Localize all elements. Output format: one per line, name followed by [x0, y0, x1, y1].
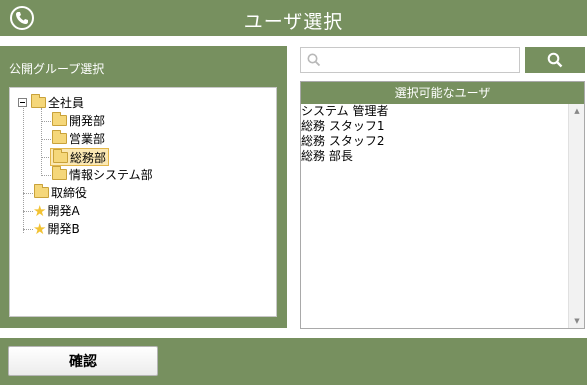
user-list: システム 管理者 総務 スタッフ1 総務 スタッフ2 総務 部長	[301, 104, 569, 328]
tree-node-label: 開発部	[69, 114, 106, 128]
tree-node-sales[interactable]: 営業部	[52, 130, 105, 148]
tree-node-general-affairs[interactable]: 総務部	[50, 148, 110, 166]
tree-node-favorite-a[interactable]: ★開発A	[33, 202, 80, 220]
tree-node-label: 情報システム部	[69, 168, 153, 182]
search-input[interactable]	[327, 51, 515, 69]
folder-icon	[31, 94, 46, 108]
tree-node-root[interactable]: 全社員	[18, 94, 84, 112]
list-item[interactable]: 総務 スタッフ2	[301, 134, 569, 149]
search-button[interactable]	[525, 47, 585, 73]
search-icon	[547, 52, 563, 68]
page-title: ユーザ選択	[243, 11, 344, 33]
user-list-header: 選択可能なユーザ	[301, 82, 584, 104]
search-field[interactable]	[300, 47, 520, 73]
confirm-button[interactable]: 確認	[8, 346, 158, 376]
tree-node-board[interactable]: 取締役	[34, 184, 87, 202]
tree-node-label: 営業部	[69, 132, 106, 146]
tree-node-label: 全社員	[48, 96, 85, 110]
tree-connector	[41, 108, 42, 174]
tree-connector	[23, 229, 33, 230]
group-panel: 公開グループ選択 全社員 開発部 営業部 総務部 情報システム部 取締役 ★開発…	[0, 46, 287, 328]
tree-node-label: 開発B	[47, 222, 80, 236]
collapse-toggle-icon[interactable]	[18, 98, 27, 107]
folder-icon	[53, 149, 68, 163]
tree-connector	[23, 193, 33, 194]
user-list-panel: 選択可能なユーザ システム 管理者 総務 スタッフ1 総務 スタッフ2 総務 部…	[300, 81, 585, 329]
tree-connector	[41, 175, 51, 176]
tree-connector	[23, 211, 33, 212]
user-list-scrollbar[interactable]: ▲ ▼	[568, 104, 584, 328]
scroll-down-icon[interactable]: ▼	[569, 314, 585, 328]
tree-connector	[23, 108, 24, 233]
folder-icon	[34, 184, 49, 198]
footer-bar: 確認	[0, 338, 587, 385]
group-tree: 全社員 開発部 営業部 総務部 情報システム部 取締役 ★開発A ★開発B	[9, 87, 277, 317]
star-icon: ★	[33, 201, 47, 220]
tree-connector	[41, 139, 51, 140]
tree-node-label: 総務部	[70, 151, 107, 165]
folder-icon	[52, 166, 67, 180]
tree-connector	[41, 121, 51, 122]
folder-icon	[52, 112, 67, 126]
scroll-up-icon[interactable]: ▲	[569, 104, 585, 118]
list-item[interactable]: 総務 部長	[301, 149, 569, 164]
tree-node-label: 開発A	[47, 204, 80, 218]
search-icon	[307, 53, 321, 70]
tree-node-it[interactable]: 情報システム部	[52, 166, 153, 184]
header-bar: ユーザ選択	[0, 0, 587, 36]
list-item[interactable]: システム 管理者	[301, 104, 569, 119]
tree-node-label: 取締役	[51, 186, 88, 200]
folder-icon	[52, 130, 67, 144]
star-icon: ★	[33, 219, 47, 238]
tree-node-favorite-b[interactable]: ★開発B	[33, 220, 80, 238]
tree-node-dev[interactable]: 開発部	[52, 112, 105, 130]
group-panel-title: 公開グループ選択	[9, 62, 105, 76]
list-item[interactable]: 総務 スタッフ1	[301, 119, 569, 134]
